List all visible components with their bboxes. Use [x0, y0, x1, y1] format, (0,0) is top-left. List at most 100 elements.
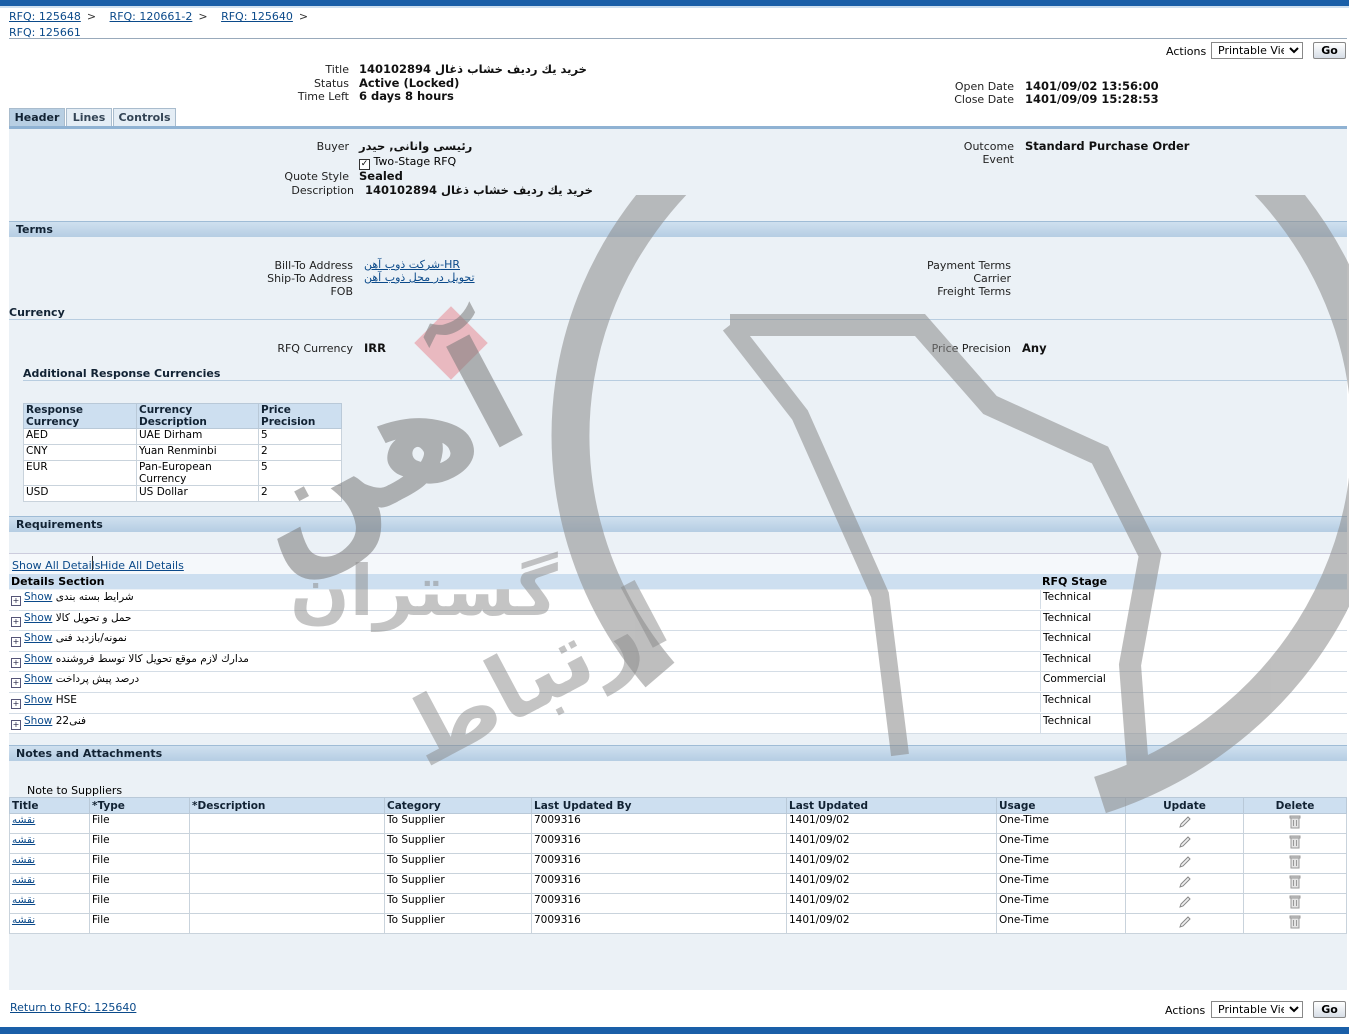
category-cell: To Supplier	[384, 893, 532, 914]
breadcrumb-item[interactable]: RFQ: 125648	[9, 10, 81, 23]
open-date-value: 1401/09/02 13:56:00	[1025, 79, 1159, 93]
cell: Yuan Renminbi	[136, 444, 259, 461]
list-item: + Show درصد پیش پرداخت Commercial	[9, 672, 1347, 693]
fob-label: FOB	[330, 285, 353, 298]
expand-icon[interactable]: +	[11, 637, 21, 648]
top-bar-shadow	[0, 6, 1349, 8]
actions-label: Actions	[1166, 45, 1207, 58]
show-link[interactable]: Show	[24, 612, 52, 624]
cell: 5	[258, 428, 342, 445]
trash-icon[interactable]	[1288, 914, 1302, 933]
col-rfq-stage: RFQ Stage	[1042, 575, 1108, 588]
show-link[interactable]: Show	[24, 632, 52, 644]
expand-icon[interactable]: +	[11, 678, 21, 689]
updated-cell: 1401/09/02	[786, 853, 997, 874]
expand-icon[interactable]: +	[11, 719, 21, 730]
show-all-details-link[interactable]: Show All Details	[12, 559, 100, 572]
title-link[interactable]: نقشه	[9, 893, 90, 914]
col-last-updated-by: Last Updated By	[531, 797, 787, 814]
edit-pencil-icon[interactable]	[1177, 854, 1193, 873]
trash-icon[interactable]	[1288, 894, 1302, 913]
updated-by-cell: 7009316	[531, 873, 787, 894]
return-link[interactable]: Return to RFQ: 125640	[10, 1001, 136, 1014]
description-cell	[189, 853, 385, 874]
updated-cell: 1401/09/02	[786, 813, 997, 834]
bill-to-link[interactable]: شرکت ذوب آهن-HR	[364, 258, 460, 271]
updated-by-cell: 7009316	[531, 813, 787, 834]
table-row: AED UAE Dirham 5	[23, 428, 342, 445]
breadcrumb-item[interactable]: RFQ: 125640	[221, 10, 293, 23]
title-divider	[9, 38, 1347, 39]
tab-controls[interactable]: Controls	[113, 108, 176, 127]
two-stage-checkbox[interactable]: ✓ Two-Stage RFQ	[359, 155, 456, 170]
title-link[interactable]: نقشه	[9, 913, 90, 934]
usage-cell: One-Time	[996, 813, 1126, 834]
open-date-label: Open Date	[954, 80, 1014, 93]
title-value: خرید یك ردیف خشاب ذغال 140102894	[359, 62, 587, 76]
type-cell: File	[89, 873, 190, 894]
expand-icon[interactable]: +	[11, 657, 21, 668]
go-button[interactable]: Go	[1313, 42, 1346, 59]
section-name: فنی22	[55, 714, 87, 727]
usage-cell: One-Time	[996, 893, 1126, 914]
tab-header[interactable]: Header	[9, 108, 65, 127]
show-link[interactable]: Show	[24, 673, 52, 685]
description-cell	[189, 813, 385, 834]
currency-divider	[9, 319, 1347, 320]
section-name: حمل و تحویل کالا	[55, 611, 132, 624]
title-link[interactable]: نقشه	[9, 833, 90, 854]
go-button-bottom[interactable]: Go	[1313, 1001, 1346, 1018]
updated-by-cell: 7009316	[531, 893, 787, 914]
delete-cell	[1243, 833, 1347, 854]
additional-currencies-subheader: Additional Response Currencies	[23, 367, 221, 380]
show-link[interactable]: Show	[24, 694, 52, 706]
carrier-label: Carrier	[973, 272, 1011, 285]
trash-icon[interactable]	[1288, 834, 1302, 853]
price-precision-value: Any	[1022, 341, 1047, 355]
show-link[interactable]: Show	[24, 653, 52, 665]
currency-table: Response Currency Currency Description P…	[23, 403, 342, 502]
expand-icon[interactable]: +	[11, 616, 21, 627]
show-link[interactable]: Show	[24, 715, 52, 727]
time-left-label: Time Left	[297, 90, 349, 103]
col-delete: Delete	[1243, 797, 1347, 814]
show-link[interactable]: Show	[24, 591, 52, 603]
title-link[interactable]: نقشه	[9, 853, 90, 874]
tab-lines[interactable]: Lines	[66, 108, 112, 127]
hide-all-details-link[interactable]: Hide All Details	[100, 559, 184, 572]
close-date-value: 1401/09/09 15:28:53	[1025, 92, 1159, 106]
edit-pencil-icon[interactable]	[1177, 834, 1193, 853]
usage-cell: One-Time	[996, 873, 1126, 894]
cell: USD	[23, 485, 137, 502]
trash-icon[interactable]	[1288, 854, 1302, 873]
update-cell	[1125, 833, 1244, 854]
breadcrumb-item[interactable]: RFQ: 120661-2	[110, 10, 193, 23]
actions-label-bottom: Actions	[1165, 1004, 1206, 1017]
outcome-value: Standard Purchase Order	[1025, 139, 1190, 153]
trash-icon[interactable]	[1288, 814, 1302, 833]
col-category: Category	[384, 797, 532, 814]
edit-pencil-icon[interactable]	[1177, 874, 1193, 893]
usage-cell: One-Time	[996, 833, 1126, 854]
update-cell	[1125, 853, 1244, 874]
updated-cell: 1401/09/02	[786, 913, 997, 934]
trash-icon[interactable]	[1288, 874, 1302, 893]
ship-to-link[interactable]: تحویل در محل ذوب آهن	[364, 271, 475, 284]
actions-select[interactable]: Printable View	[1211, 42, 1303, 59]
cell: 5	[258, 460, 342, 486]
edit-pencil-icon[interactable]	[1177, 914, 1193, 933]
requirements-list: + Show شرایط بسته بندی Technical + Show حمل…	[9, 590, 1347, 735]
actions-select-bottom[interactable]: Printable View	[1211, 1001, 1303, 1018]
expand-icon[interactable]: +	[11, 596, 21, 606]
updated-by-cell: 7009316	[531, 853, 787, 874]
table-row: نقشه File To Supplier 7009316 1401/09/02 One-…	[9, 913, 1347, 934]
updated-cell: 1401/09/02	[786, 873, 997, 894]
expand-icon[interactable]: +	[11, 698, 21, 709]
rfq-currency-value: IRR	[364, 341, 386, 355]
notes-section-header: Notes and Attachments	[9, 745, 1347, 761]
edit-pencil-icon[interactable]	[1177, 814, 1193, 833]
title-link[interactable]: نقشه	[9, 813, 90, 834]
title-link[interactable]: نقشه	[9, 873, 90, 894]
category-cell: To Supplier	[384, 873, 532, 894]
edit-pencil-icon[interactable]	[1177, 894, 1193, 913]
